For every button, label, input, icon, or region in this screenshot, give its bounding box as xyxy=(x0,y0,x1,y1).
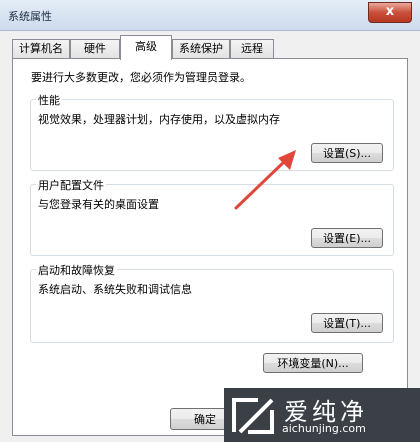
watermark-url: aichunjing.com xyxy=(282,422,366,435)
window-title: 系统属性 xyxy=(8,10,52,23)
user-profiles-title: 用户配置文件 xyxy=(36,177,106,193)
user-profiles-settings-button[interactable]: 设置(E)... xyxy=(311,228,383,248)
tab-hardware[interactable]: 硬件 xyxy=(70,39,120,58)
title-bar: 系统属性 x xyxy=(0,0,420,31)
close-button[interactable]: x xyxy=(368,2,412,23)
performance-title: 性能 xyxy=(36,92,62,108)
startup-recovery-group: 启动和故障恢复 系统启动、系统失败和调试信息 设置(T)... xyxy=(30,262,394,343)
tab-advanced[interactable]: 高级 xyxy=(120,35,172,60)
startup-recovery-description: 系统启动、系统失败和调试信息 xyxy=(38,283,192,296)
tab-computer-name[interactable]: 计算机名 xyxy=(12,39,70,58)
startup-recovery-settings-button[interactable]: 设置(T)... xyxy=(311,313,383,333)
tab-system-protection[interactable]: 系统保护 xyxy=(172,39,230,58)
red-arrow-annotation xyxy=(234,150,296,210)
performance-group: 性能 视觉效果，处理器计划，内存使用，以及虚拟内存 设置(S)... xyxy=(30,92,394,171)
user-profiles-group: 用户配置文件 与您登录有关的桌面设置 设置(E)... xyxy=(30,177,394,256)
environment-variables-button[interactable]: 环境变量(N)... xyxy=(263,353,363,373)
startup-recovery-title: 启动和故障恢复 xyxy=(36,262,117,278)
admin-notice: 要进行大多数更改，您必须作为管理员登录。 xyxy=(31,71,251,84)
close-icon: x xyxy=(385,4,395,19)
advanced-panel: 要进行大多数更改，您必须作为管理员登录。 性能 视觉效果，处理器计划，内存使用，… xyxy=(12,58,408,436)
performance-settings-button[interactable]: 设置(S)... xyxy=(311,143,383,163)
performance-description: 视觉效果，处理器计划，内存使用，以及虚拟内存 xyxy=(38,113,280,126)
user-profiles-description: 与您登录有关的桌面设置 xyxy=(38,198,159,211)
watermark: 爱纯净 aichunjing.com xyxy=(224,388,420,442)
tab-remote[interactable]: 远程 xyxy=(230,39,274,58)
brand-logo-icon xyxy=(232,398,274,434)
